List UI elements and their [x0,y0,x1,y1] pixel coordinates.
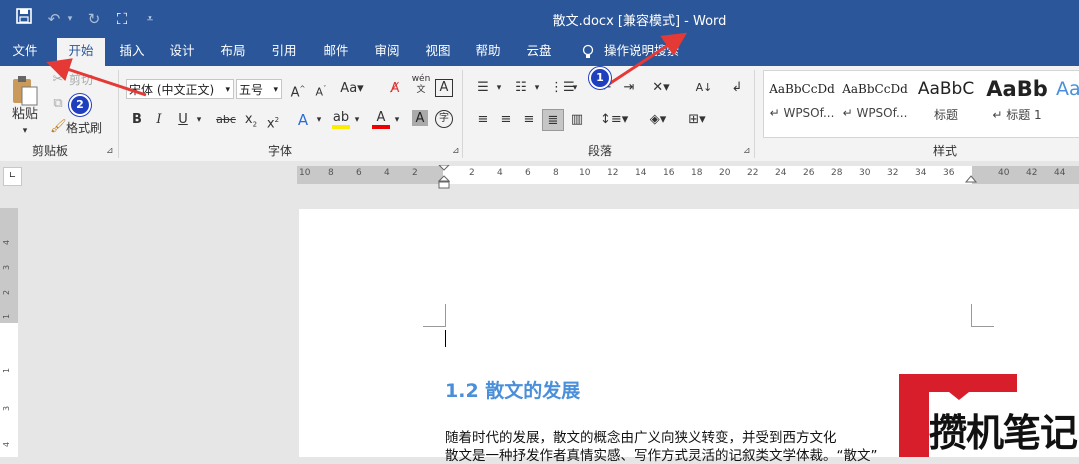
watermark-title: 攒机笔记 [929,411,1078,455]
annotation-badge-2: 2 [69,94,91,116]
watermark-logo: 攒机笔记 www.cuanjibiji.com [899,374,1079,457]
watermark-url: www.cuanjibiji.com [1023,378,1079,386]
annotation-badge-1: 1 [589,67,611,89]
